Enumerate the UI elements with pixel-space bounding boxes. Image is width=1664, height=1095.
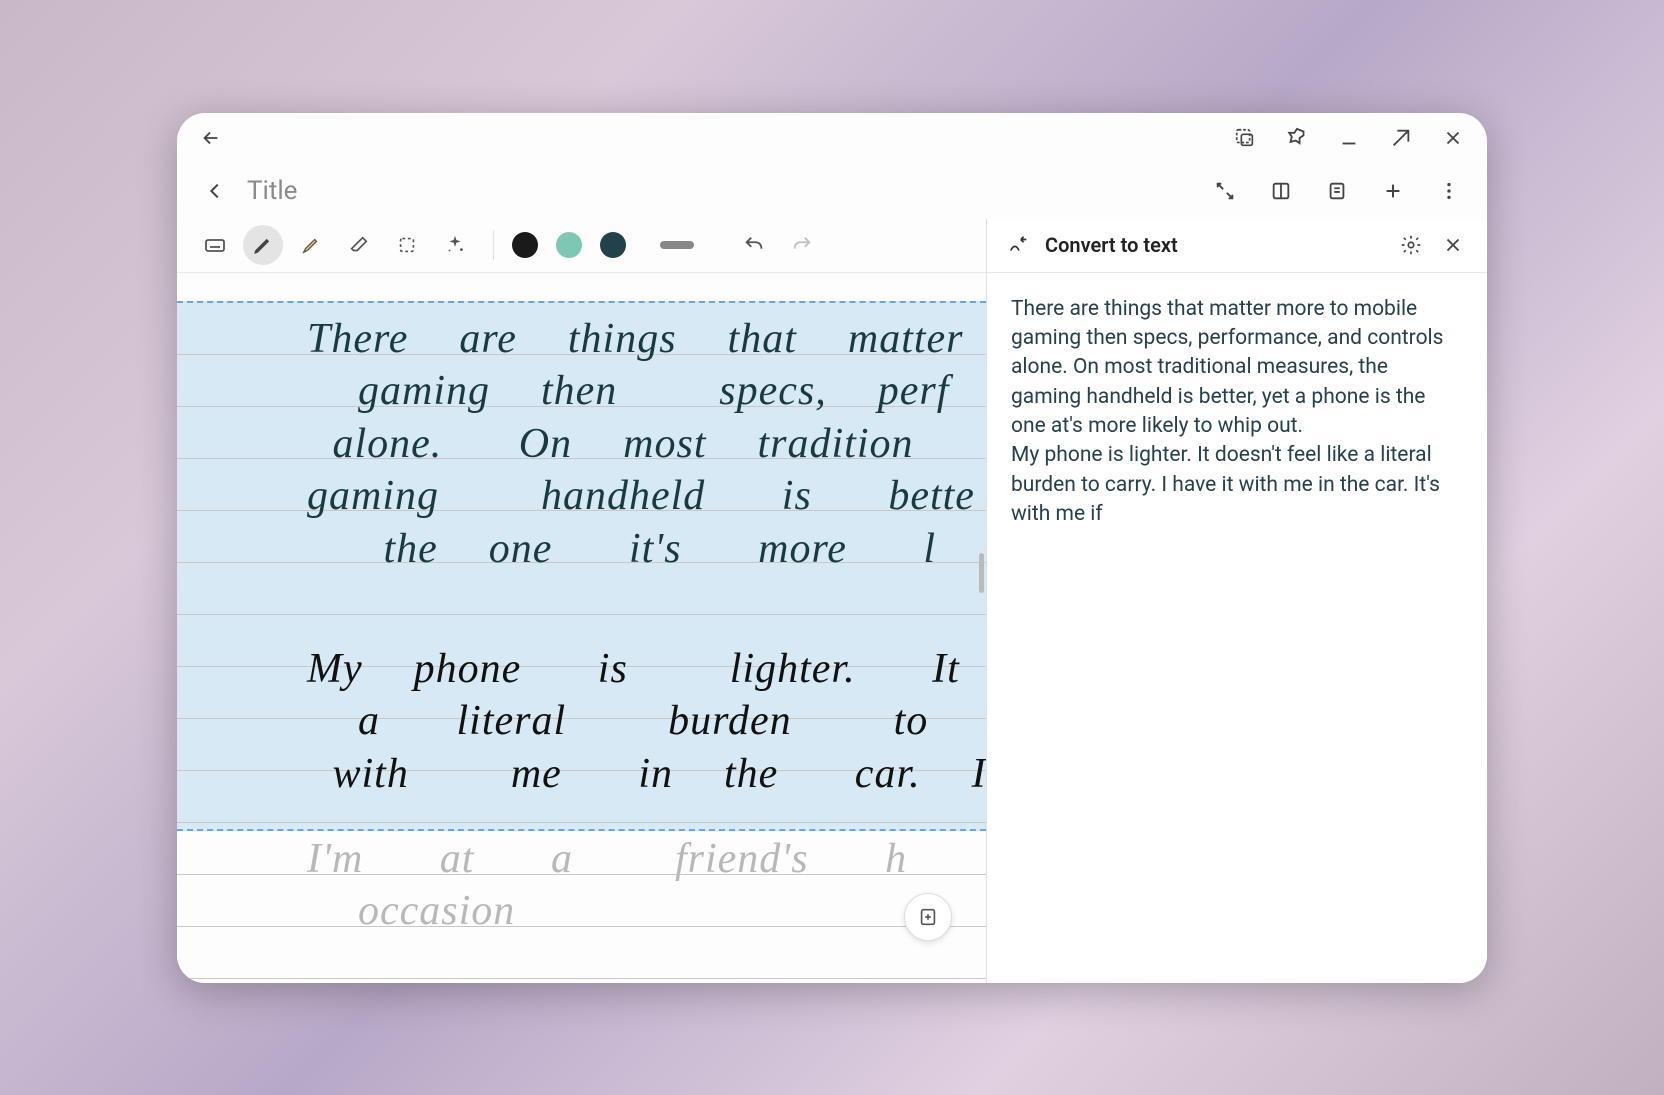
keyboard-tool-icon[interactable] xyxy=(195,225,235,265)
handwriting-to-text-icon xyxy=(1007,233,1031,257)
handwriting-block-2: My phone is lighter. It a literal burden… xyxy=(307,643,986,801)
handwriting-block-3: I'm at a friend's h occasion xyxy=(307,833,986,938)
color-swatch-teal[interactable] xyxy=(556,232,582,258)
screenshot-icon[interactable] xyxy=(1231,124,1259,152)
more-icon[interactable] xyxy=(1435,177,1463,205)
back-arrow-icon[interactable] xyxy=(197,124,225,152)
stroke-width-chip[interactable] xyxy=(660,241,694,249)
page-view-icon[interactable] xyxy=(1323,177,1351,205)
converted-paragraph-1: There are things that matter more to mob… xyxy=(1011,295,1463,442)
editor-body: There are things that matter gaming then… xyxy=(177,219,1487,983)
converted-paragraph-2: My phone is lighter. It doesn't feel lik… xyxy=(1011,441,1463,529)
convert-panel-header: Convert to text xyxy=(987,219,1487,273)
redo-icon[interactable] xyxy=(782,225,822,265)
highlighter-tool-icon[interactable] xyxy=(291,225,331,265)
add-page-button[interactable] xyxy=(904,893,952,941)
lasso-tool-icon[interactable] xyxy=(387,225,427,265)
pin-icon[interactable] xyxy=(1283,124,1311,152)
undo-icon[interactable] xyxy=(734,225,774,265)
color-picker-group xyxy=(512,232,626,258)
app-header: Title xyxy=(177,163,1487,219)
color-swatch-black[interactable] xyxy=(512,232,538,258)
pen-tool-icon[interactable] xyxy=(243,225,283,265)
close-icon[interactable] xyxy=(1439,124,1467,152)
eraser-tool-icon[interactable] xyxy=(339,225,379,265)
expand-icon[interactable] xyxy=(1211,177,1239,205)
close-panel-icon[interactable] xyxy=(1439,231,1467,259)
handwriting-block-1: There are things that matter gaming then… xyxy=(307,313,986,576)
reading-mode-icon[interactable] xyxy=(1267,177,1295,205)
app-window: Title xyxy=(177,113,1487,983)
handwriting-canvas[interactable]: There are things that matter gaming then… xyxy=(177,273,986,983)
canvas-scrollbar[interactable] xyxy=(979,553,984,593)
settings-icon[interactable] xyxy=(1397,231,1425,259)
convert-to-text-panel: Convert to text There are things that ma… xyxy=(987,219,1487,983)
minimize-icon[interactable] xyxy=(1335,124,1363,152)
ai-tool-icon[interactable] xyxy=(435,225,475,265)
note-title-input[interactable]: Title xyxy=(247,176,297,206)
converted-text-body[interactable]: There are things that matter more to mob… xyxy=(987,273,1487,983)
convert-panel-title: Convert to text xyxy=(1045,233,1383,257)
toolbar-separator xyxy=(493,230,494,260)
canvas-pane: There are things that matter gaming then… xyxy=(177,219,987,983)
nav-back-icon[interactable] xyxy=(201,177,229,205)
color-swatch-dark[interactable] xyxy=(600,232,626,258)
maximize-icon[interactable] xyxy=(1387,124,1415,152)
add-icon[interactable] xyxy=(1379,177,1407,205)
drawing-toolbar-row xyxy=(177,219,986,273)
window-titlebar xyxy=(177,113,1487,163)
